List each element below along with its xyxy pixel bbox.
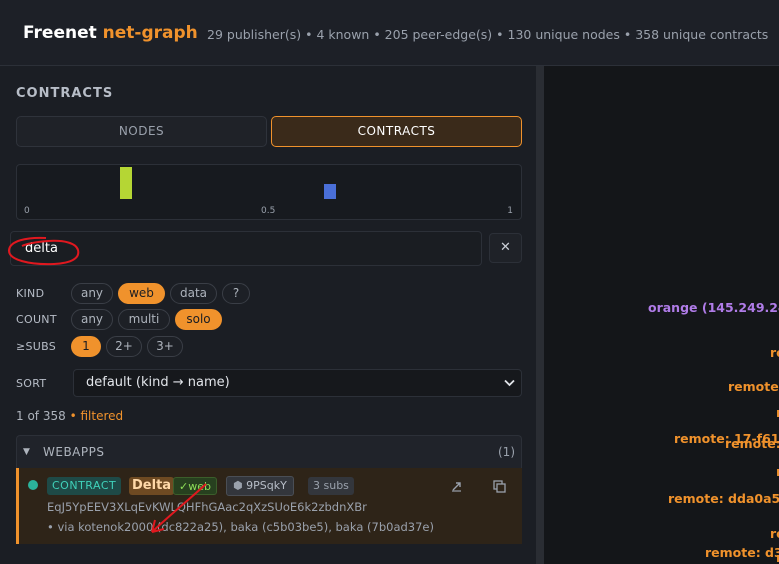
clear-search-button[interactable]: ✕ <box>489 233 522 263</box>
external-link-icon[interactable] <box>449 478 465 494</box>
group-header-webapps[interactable]: ▼ WEBAPPS (1) <box>16 435 522 468</box>
tab-nodes[interactable]: NODES <box>16 116 267 147</box>
header-stats: 29 publisher(s) • 4 known • 205 peer-edg… <box>207 27 769 42</box>
kind-any-chip[interactable]: any <box>71 283 113 304</box>
group-title: WEBAPPS <box>43 445 105 459</box>
chevron-down-icon <box>504 379 515 387</box>
filtered-link[interactable]: filtered <box>80 409 123 423</box>
kind-badge: ✓web <box>173 477 217 495</box>
graph-node-label[interactable]: orange (145.249.246.1 <box>648 300 779 315</box>
id-text: 9PSqkY <box>246 479 287 492</box>
group-toggle-icon: ▼ <box>23 447 31 457</box>
search-input[interactable] <box>10 231 482 266</box>
sort-label: SORT <box>16 377 47 390</box>
type-badge: CONTRACT <box>47 477 122 495</box>
sort-value: default (kind → name) <box>86 375 230 390</box>
sidebar: CONTRACTS NODES CONTRACTS 0 0.5 1 ✕ KIND… <box>0 66 536 564</box>
panel-divider-scrollbar[interactable] <box>536 66 544 564</box>
subs-3plus-chip[interactable]: 3+ <box>147 336 183 357</box>
subs-2plus-chip[interactable]: 2+ <box>106 336 142 357</box>
contract-via: • via kotenok2000 (dc822a25), baka (c5b0… <box>47 520 434 534</box>
contract-name: Delta <box>129 477 175 495</box>
list-item[interactable]: CONTRACT Delta ✓web ⬢ 9PSqkY 3 subs EqJ5… <box>16 468 522 544</box>
result-count-text: 1 of 358 <box>16 409 66 423</box>
kind-data-chip[interactable]: data <box>170 283 217 304</box>
histogram-bar-2 <box>324 184 336 199</box>
app-title: Freenet net-graph <box>23 23 198 43</box>
hexagon-icon: ⬢ <box>233 479 247 492</box>
histogram: 0 0.5 1 <box>16 164 522 220</box>
brand-accent: net-graph <box>102 23 198 43</box>
histogram-tick-mid: 0.5 <box>261 206 276 216</box>
subs-1-chip[interactable]: 1 <box>71 336 101 357</box>
histogram-bar-1 <box>120 167 132 199</box>
status-dot <box>28 480 38 490</box>
count-label: COUNT <box>16 313 57 326</box>
brand-main: Freenet <box>23 23 97 43</box>
app-header: Freenet net-graph 29 publisher(s) • 4 kn… <box>0 0 779 66</box>
group-count: (1) <box>498 445 515 459</box>
contract-key: EqJ5YpEEV3XLqEvKWLQHFhGAac2qXzSUoE6k2zbd… <box>47 500 367 514</box>
result-count: 1 of 358 • filtered <box>16 409 124 423</box>
histogram-tick-0: 0 <box>24 206 30 216</box>
graph-node-label[interactable]: remote: dda0a58 <box>668 491 779 506</box>
histogram-tick-1: 1 <box>507 206 513 216</box>
copy-icon[interactable] <box>491 478 507 494</box>
kind-label: KIND <box>16 287 45 300</box>
section-title: CONTRACTS <box>16 86 114 101</box>
graph-node-label[interactable]: re <box>770 345 779 360</box>
graph-node-label[interactable]: remote: d3 <box>705 545 779 560</box>
graph-node-label[interactable]: remote: <box>725 436 779 451</box>
subs-badge: 3 subs <box>308 477 354 495</box>
subs-label: ≥SUBS <box>16 340 57 353</box>
graph-node-label[interactable]: re <box>770 526 779 541</box>
kind-unknown-chip[interactable]: ? <box>222 283 250 304</box>
sort-select[interactable]: default (kind → name) <box>73 369 522 397</box>
count-any-chip[interactable]: any <box>71 309 113 330</box>
kind-web-chip[interactable]: web <box>118 283 165 304</box>
graph-canvas[interactable]: orange (145.249.246.1 re remote: r remot… <box>544 66 779 564</box>
tab-contracts[interactable]: CONTRACTS <box>271 116 522 147</box>
count-solo-chip[interactable]: solo <box>175 309 222 330</box>
id-badge[interactable]: ⬢ 9PSqkY <box>226 476 294 496</box>
count-multi-chip[interactable]: multi <box>118 309 170 330</box>
graph-node-label[interactable]: remote: <box>728 379 779 394</box>
